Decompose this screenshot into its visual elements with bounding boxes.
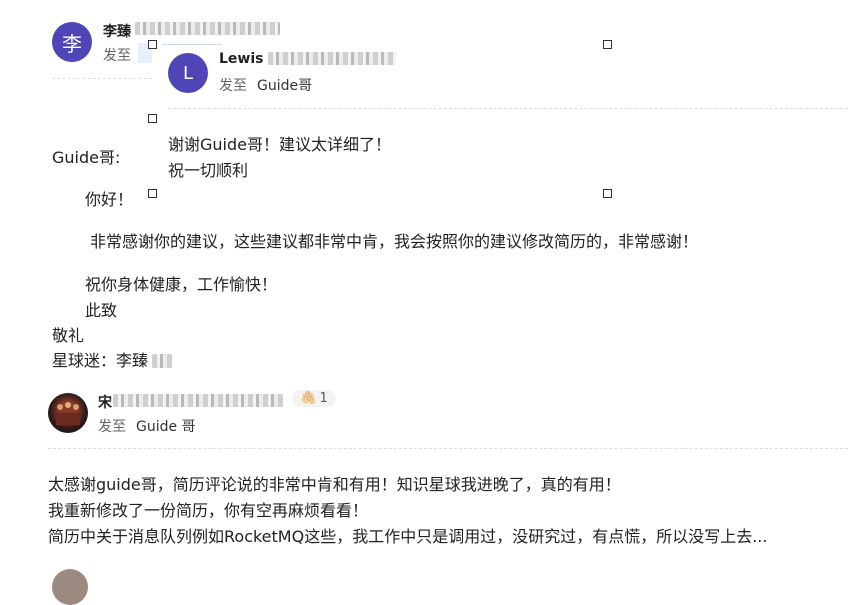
- avatar-initial: L: [182, 62, 194, 84]
- resize-handle-mid-left[interactable]: [148, 114, 157, 123]
- redacted-sender-info: [113, 394, 283, 407]
- message-line-1: 太感谢guide哥，简历评论说的非常中肯和有用！知识星球我进晚了，真的有用！: [48, 475, 621, 494]
- zhizhi-line: 此致: [85, 301, 118, 320]
- avatar-initial: 李: [62, 31, 82, 56]
- redacted-signature: [152, 354, 172, 368]
- sender-name[interactable]: 宋: [98, 392, 112, 412]
- sender-avatar-photo[interactable]: [48, 393, 88, 433]
- signature-line: 星球迷：李臻: [52, 351, 149, 370]
- sent-to-line: 发至: [103, 48, 131, 64]
- resize-handle-bottom-left[interactable]: [148, 189, 157, 198]
- thanks-line: 非常感谢你的建议，这些建议都非常中肯，我会按照你的建议修改简历的，非常感谢！: [90, 232, 699, 251]
- jingli-line: 敬礼: [52, 326, 85, 345]
- quoted-top-border: [162, 44, 222, 45]
- quoted-divider: [168, 108, 848, 109]
- resize-handle-top-right[interactable]: [603, 40, 612, 49]
- quoted-line-1: 谢谢Guide哥！建议太详细了！: [168, 135, 391, 154]
- redacted-sender-info: [135, 22, 280, 35]
- sent-to-line: 发至 Guide 哥: [98, 419, 196, 435]
- greeting: Guide哥:: [52, 148, 121, 167]
- sender-avatar[interactable]: 李: [52, 22, 92, 62]
- divider: [52, 78, 152, 79]
- quoted-sender-name[interactable]: Lewis: [219, 51, 263, 67]
- quoted-sender-avatar[interactable]: L: [168, 53, 208, 93]
- quoted-sent-to-line: 发至 Guide哥: [219, 78, 313, 94]
- attachment-badge[interactable]: 🖇 1: [292, 390, 336, 407]
- redacted-quoted-info: [268, 52, 396, 65]
- resize-handle-top-left[interactable]: [148, 40, 157, 49]
- quoted-line-2: 祝一切顺利: [168, 161, 249, 180]
- avatar-photo-icon: [56, 402, 80, 425]
- message-line-2: 我重新修改了一份简历，你有空再麻烦看看！: [48, 501, 369, 520]
- hello-line: 你好！: [85, 190, 134, 209]
- message-line-3: 简历中关于消息队列例如RocketMQ这些，我工作中只是调用过，没研究过，有点慌…: [48, 527, 768, 546]
- quoted-recipient[interactable]: Guide哥: [257, 78, 312, 94]
- divider: [48, 448, 848, 449]
- paperclip-icon: 🖇: [300, 391, 317, 406]
- recipient[interactable]: Guide 哥: [136, 419, 196, 435]
- wish-line: 祝你身体健康，工作愉快！: [85, 275, 278, 294]
- next-sender-avatar[interactable]: [52, 569, 88, 605]
- resize-handle-bottom-right[interactable]: [603, 189, 612, 198]
- sender-name[interactable]: 李臻: [103, 21, 131, 41]
